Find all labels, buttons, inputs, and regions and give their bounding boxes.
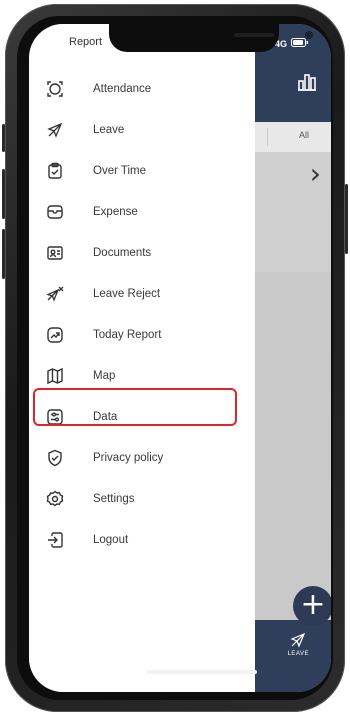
data-item-highlight: [33, 388, 237, 426]
battery-icon: [291, 38, 309, 49]
settings-icon: [46, 490, 64, 508]
menu-label: Map: [93, 370, 116, 382]
tab-all[interactable]: All: [299, 130, 309, 140]
menu-item-logout[interactable]: Logout: [29, 520, 255, 560]
menu-label: Privacy policy: [93, 452, 164, 464]
chevron-right-icon[interactable]: ›: [310, 160, 321, 188]
menu-item-leave-reject[interactable]: Leave Reject: [29, 274, 255, 314]
tab-divider: [267, 128, 268, 146]
menu-item-attendance[interactable]: Attendance: [29, 69, 255, 109]
expense-icon: [46, 203, 64, 221]
plane-icon: [288, 632, 309, 648]
leave-icon: [46, 121, 64, 139]
add-button[interactable]: +: [293, 586, 331, 626]
nav-leave[interactable]: LEAVE: [288, 632, 309, 657]
menu-label: Leave Reject: [93, 288, 161, 300]
attendance-icon: [46, 80, 64, 98]
menu-item-privacy-policy[interactable]: Privacy policy: [29, 438, 255, 478]
map-icon: [46, 367, 64, 385]
menu-label: Documents: [93, 247, 152, 259]
menu-label: Attendance: [93, 83, 152, 95]
nav-leave-label: LEAVE: [287, 651, 309, 657]
phone-frame: 4G t All › LEAVE + Report: [2, 4, 348, 712]
menu-item-documents[interactable]: Documents: [29, 233, 255, 273]
leave-reject-icon: [46, 285, 64, 303]
menu-item-expense[interactable]: Expense: [29, 192, 255, 232]
menu-label: Logout: [93, 534, 129, 546]
logout-icon: [46, 531, 64, 549]
navigation-drawer: Report Attendance Leave Over Time Expens…: [29, 24, 255, 692]
menu-label: Today Report: [93, 329, 162, 341]
menu-label: Over Time: [93, 165, 147, 177]
menu-item-over-time[interactable]: Over Time: [29, 151, 255, 191]
menu-item-today-report[interactable]: Today Report: [29, 315, 255, 355]
power-button: [345, 184, 348, 254]
privacy-icon: [46, 449, 64, 467]
menu-label: Expense: [93, 206, 138, 218]
menu-item-settings[interactable]: Settings: [29, 479, 255, 519]
drawer-title: Report: [69, 36, 103, 48]
volume-up-button: [2, 169, 5, 219]
screen: 4G t All › LEAVE + Report: [29, 24, 331, 692]
overtime-icon: [46, 162, 64, 180]
front-camera: [305, 31, 313, 39]
speaker-grille: [234, 33, 274, 37]
documents-icon: [46, 244, 64, 262]
menu-label: Leave: [93, 124, 125, 136]
home-indicator[interactable]: [147, 670, 257, 674]
menu-item-leave[interactable]: Leave: [29, 110, 255, 150]
menu-label: Settings: [93, 493, 135, 505]
notch: [109, 24, 313, 52]
mute-switch: [2, 124, 5, 152]
today-report-icon: [46, 326, 64, 344]
chart-icon[interactable]: [297, 72, 317, 92]
volume-down-button: [2, 229, 5, 279]
